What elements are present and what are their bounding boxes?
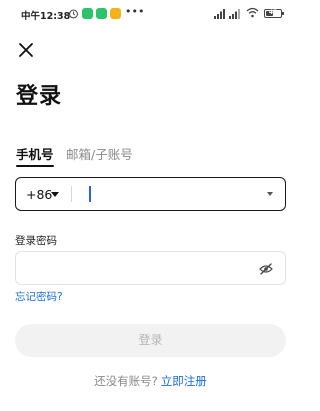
phone-field: +86 — [15, 177, 286, 211]
login-button[interactable]: 登录 — [15, 324, 286, 357]
tab-phone-label: 手机号 — [16, 147, 54, 162]
register-link[interactable]: 立即注册 — [161, 374, 207, 388]
tab-email-label: 邮箱/子账号 — [66, 147, 133, 162]
forgot-password-link[interactable]: 忘记密码? — [15, 289, 63, 304]
text-cursor — [89, 186, 91, 202]
wechat-icon — [96, 8, 107, 19]
password-field — [15, 251, 286, 285]
account-history-dropdown-icon[interactable] — [267, 192, 273, 196]
phone-input[interactable] — [94, 182, 244, 206]
divider — [71, 186, 72, 202]
status-bar: 中午12:38 ••• 47 — [0, 0, 301, 28]
active-tab-indicator — [16, 165, 54, 167]
password-input[interactable] — [26, 257, 246, 281]
wechat-icon — [82, 8, 93, 19]
caret-down-icon[interactable] — [51, 192, 59, 197]
tab-email-subaccount[interactable]: 邮箱/子账号 — [66, 144, 133, 163]
password-label: 登录密码 — [15, 235, 57, 247]
register-row: 还没有账号? 立即注册 — [0, 373, 301, 389]
battery-level: 47 — [268, 9, 278, 16]
status-time: 中午12:38 — [21, 11, 71, 22]
alarm-icon — [69, 9, 78, 19]
wifi-icon — [246, 7, 259, 18]
signal-icon — [229, 9, 240, 19]
page-title: 登录 — [16, 84, 63, 109]
country-code-select[interactable]: +86 — [26, 187, 52, 202]
tab-phone[interactable]: 手机号 — [16, 144, 54, 167]
note-icon — [110, 8, 121, 19]
more-icon: ••• — [125, 5, 145, 18]
signal-icon — [214, 9, 225, 19]
battery-icon: 47 — [264, 9, 284, 18]
register-question: 还没有账号? — [94, 374, 158, 388]
close-icon[interactable] — [16, 40, 36, 60]
eye-off-icon[interactable] — [259, 263, 273, 275]
